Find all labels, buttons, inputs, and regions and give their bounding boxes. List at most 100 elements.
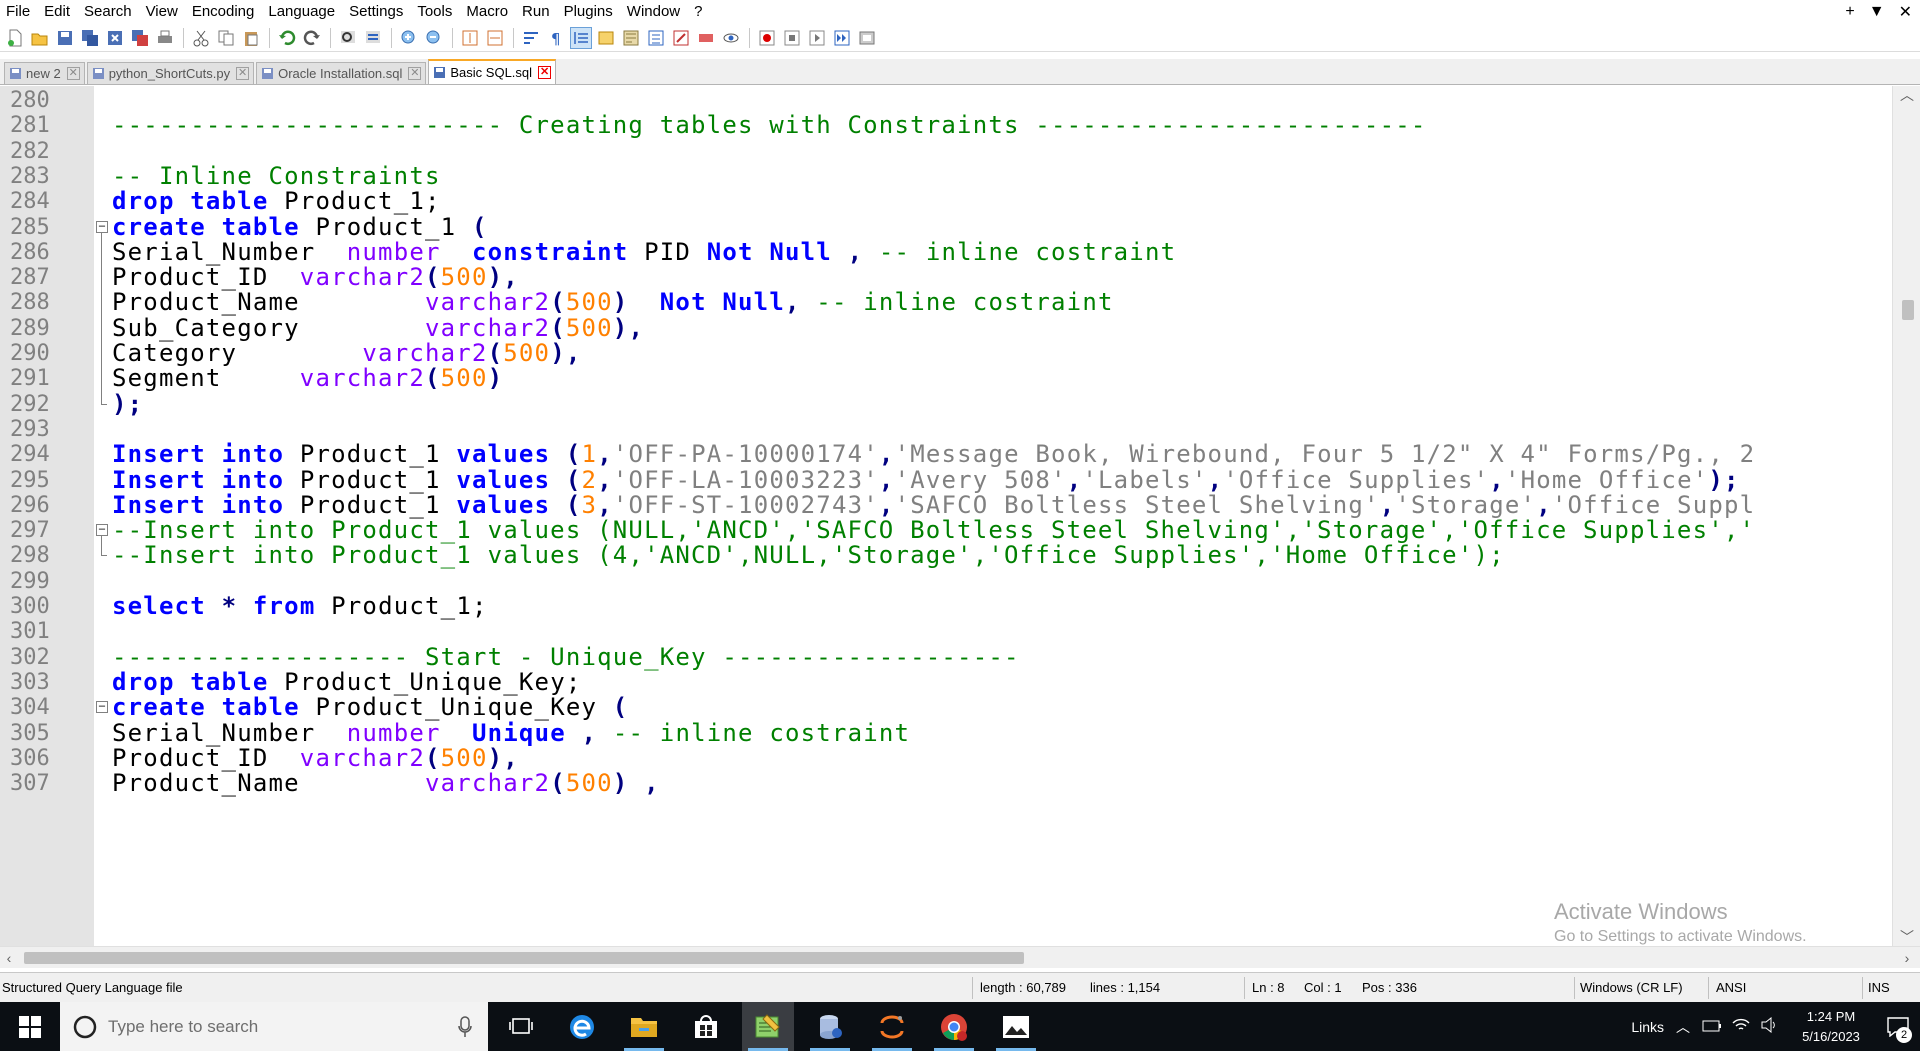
status-eol: Windows (CR LF) [1580, 980, 1683, 995]
horizontal-scrollbar[interactable]: ‹ › [0, 946, 1920, 968]
menu-tools[interactable]: Tools [410, 0, 459, 24]
indent-guide-icon[interactable] [570, 26, 592, 49]
code-area[interactable]: ------------------------- Creating table… [112, 86, 1892, 946]
add-tab-button[interactable]: + [1845, 3, 1854, 21]
redo-icon[interactable] [301, 27, 323, 49]
copy-icon[interactable] [215, 27, 237, 49]
notepad-plus-plus-icon[interactable] [742, 1002, 794, 1051]
menu-language[interactable]: Language [261, 0, 342, 24]
tab-close-icon[interactable]: ✕ [408, 67, 422, 80]
find-icon[interactable] [337, 27, 359, 49]
menu-run[interactable]: Run [515, 0, 557, 24]
code-line[interactable]: Product_Name varchar2(500) , [112, 768, 660, 799]
battery-icon[interactable] [1702, 1019, 1722, 1035]
wifi-icon[interactable] [1732, 1017, 1750, 1036]
notification-center-icon[interactable]: 2 [1876, 1016, 1920, 1043]
open-file-icon[interactable] [29, 27, 51, 49]
print-icon[interactable] [154, 27, 176, 49]
code-token: -- inline costraint [612, 718, 911, 747]
store-icon[interactable] [680, 1002, 732, 1051]
document-map-icon[interactable] [620, 27, 642, 49]
clock[interactable]: 1:24 PM 5/16/2023 [1786, 1007, 1876, 1047]
code-token: ------------------------- Creating table… [112, 111, 1427, 140]
tab-close-icon[interactable]: ✕ [236, 67, 250, 80]
close-all-icon[interactable] [129, 27, 151, 49]
show-all-chars-icon[interactable]: ¶ [545, 27, 567, 49]
fold-toggle-icon[interactable]: − [96, 523, 108, 537]
tab-oracle-installation[interactable]: Oracle Installation.sql ✕ [256, 62, 427, 84]
horizontal-scroll-thumb[interactable] [24, 952, 1024, 964]
save-macro-icon[interactable] [856, 27, 878, 49]
close-icon[interactable] [104, 27, 126, 49]
status-insert-mode: INS [1868, 980, 1890, 995]
zoom-out-icon[interactable] [423, 27, 445, 49]
menu-encoding[interactable]: Encoding [185, 0, 262, 24]
code-editor[interactable]: 280 281 282 283 284 285 286 287 288 289 290 291 292 2… [0, 86, 1920, 946]
scroll-up-arrow-icon[interactable]: ︿ [1893, 86, 1920, 104]
udl-icon[interactable] [595, 27, 617, 49]
photos-icon[interactable] [990, 1002, 1042, 1051]
tab-basic-sql[interactable]: Basic SQL.sql ✕ [428, 59, 557, 84]
file-explorer-icon[interactable] [618, 1002, 670, 1051]
record-macro-icon[interactable] [756, 27, 778, 49]
search-icon [73, 1015, 97, 1038]
microphone-icon[interactable] [458, 1016, 472, 1038]
menu-file[interactable]: File [0, 0, 37, 24]
tab-new-2[interactable]: new 2 ✕ [4, 62, 85, 84]
task-view-icon[interactable] [496, 1002, 548, 1051]
cut-icon[interactable] [190, 27, 212, 49]
vertical-scroll-thumb[interactable] [1902, 300, 1914, 320]
save-all-icon[interactable] [79, 27, 101, 49]
code-line[interactable]: Segment varchar2(500) [112, 363, 503, 394]
word-wrap-icon[interactable] [520, 27, 542, 49]
run-macro-multiple-icon[interactable] [831, 27, 853, 49]
menu-window[interactable]: Window [620, 0, 687, 24]
tab-list-button[interactable]: ▼ [1869, 3, 1885, 21]
code-line[interactable]: ); [112, 389, 143, 420]
scroll-left-arrow-icon[interactable]: ‹ [0, 947, 18, 969]
scroll-right-arrow-icon[interactable]: › [1898, 947, 1916, 969]
jupyter-icon[interactable] [866, 1002, 918, 1051]
replace-icon[interactable] [362, 27, 384, 49]
play-macro-icon[interactable] [806, 27, 828, 49]
volume-icon[interactable] [1760, 1016, 1778, 1036]
menu-search[interactable]: Search [77, 0, 139, 24]
edge-icon[interactable] [556, 1002, 608, 1051]
paste-icon[interactable] [240, 27, 262, 49]
vertical-scrollbar[interactable]: ︿ ﹀ [1892, 86, 1920, 946]
zoom-in-icon[interactable] [398, 27, 420, 49]
menu-plugins[interactable]: Plugins [557, 0, 620, 24]
menu-view[interactable]: View [139, 0, 185, 24]
eye-icon[interactable] [720, 27, 742, 49]
links-toolbar[interactable]: Links [1631, 1019, 1664, 1035]
start-button[interactable] [0, 1002, 60, 1051]
menu-help[interactable]: ? [687, 0, 709, 24]
fold-toggle-icon[interactable]: − [96, 700, 108, 714]
monitoring-icon[interactable] [695, 27, 717, 49]
save-icon[interactable] [54, 27, 76, 49]
folder-workspace-icon[interactable] [670, 27, 692, 49]
tab-python-shortcuts[interactable]: python_ShortCuts.py ✕ [86, 62, 255, 84]
fold-toggle-icon[interactable]: − [96, 220, 108, 233]
tab-close-icon[interactable]: ✕ [538, 66, 552, 79]
undo-icon[interactable] [276, 27, 298, 49]
code-line[interactable]: --Insert into Product_1 values (4,'ANCD'… [112, 540, 1505, 571]
new-file-icon[interactable] [4, 27, 26, 49]
function-list-icon[interactable] [645, 27, 667, 49]
sync-horizontal-icon[interactable] [484, 27, 506, 49]
scroll-down-arrow-icon[interactable]: ﹀ [1893, 928, 1920, 946]
sql-developer-icon[interactable] [804, 1002, 856, 1051]
code-line[interactable]: select * from Product_1; [112, 591, 488, 622]
close-document-button[interactable]: ✕ [1899, 2, 1912, 22]
sync-vertical-icon[interactable] [459, 27, 481, 49]
stop-macro-icon[interactable] [781, 27, 803, 49]
chevron-up-icon[interactable]: ︿ [1676, 1017, 1690, 1037]
menu-macro[interactable]: Macro [459, 0, 515, 24]
menu-settings[interactable]: Settings [342, 0, 410, 24]
code-line[interactable]: ------------------------- Creating table… [112, 110, 1427, 141]
tab-close-icon[interactable]: ✕ [66, 67, 80, 80]
file-icon [9, 67, 22, 80]
menu-edit[interactable]: Edit [37, 0, 77, 24]
taskbar-search-box[interactable]: Type here to search [60, 1002, 488, 1051]
chrome-icon[interactable] [928, 1002, 980, 1051]
